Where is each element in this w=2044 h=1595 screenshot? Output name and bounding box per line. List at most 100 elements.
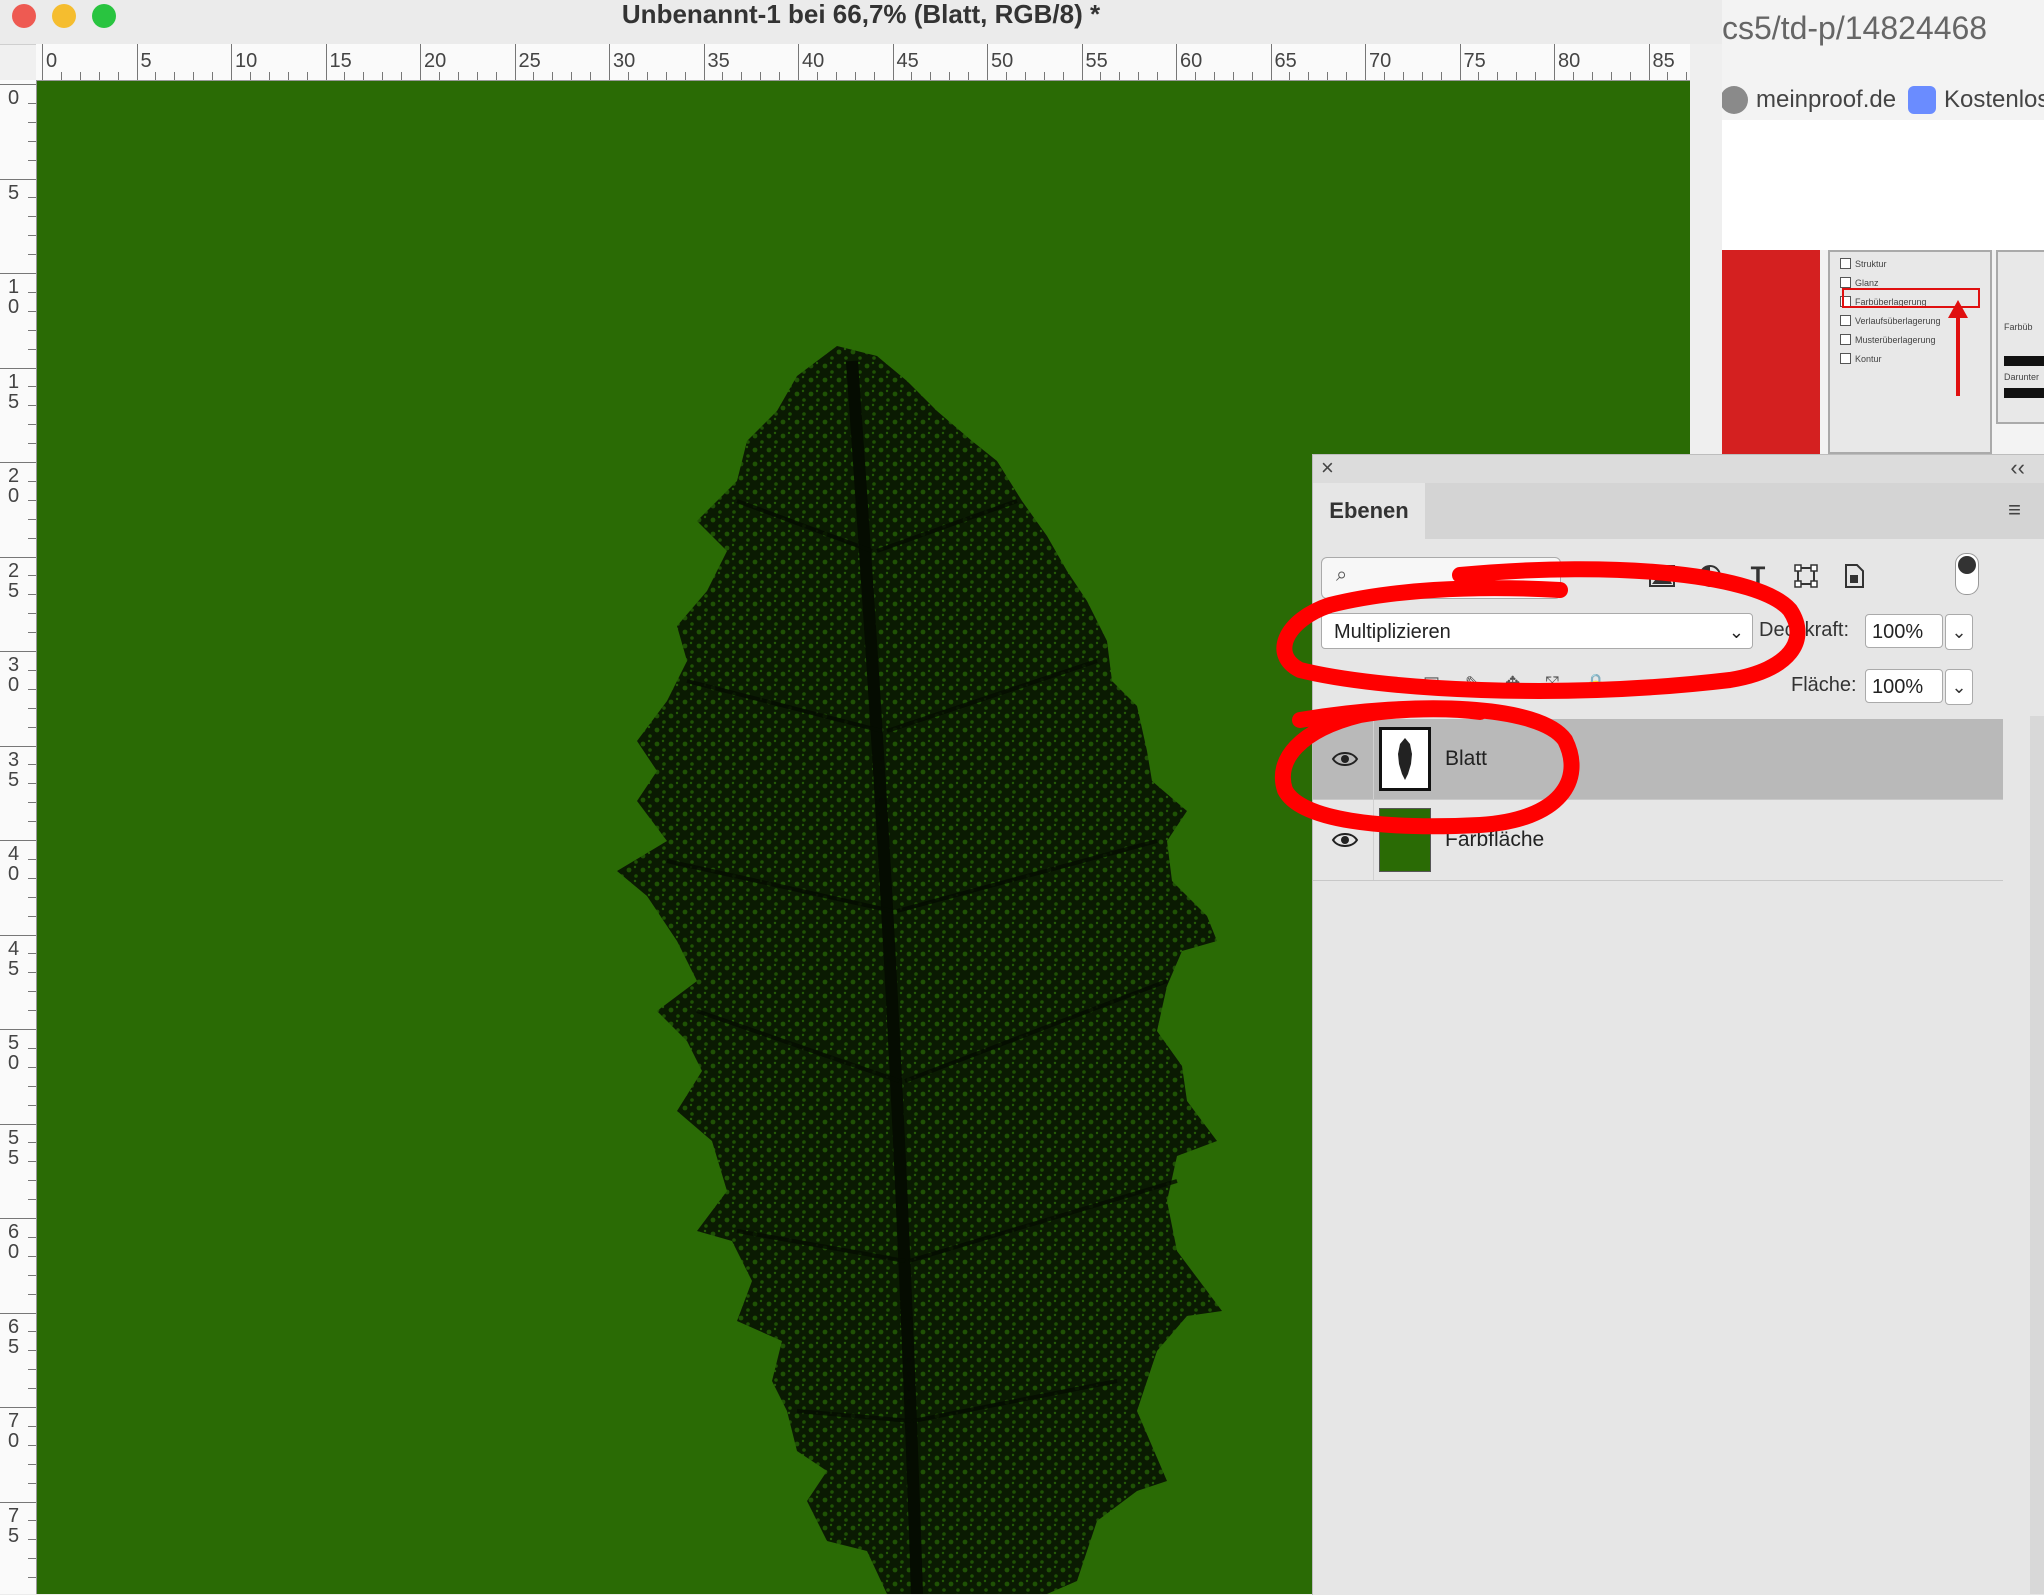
- text-filter-icon[interactable]: T: [1741, 559, 1775, 593]
- ruler-minor-tick: [28, 1066, 36, 1068]
- opacity-label: Deckkraft:: [1759, 619, 1850, 641]
- ruler-label: 30: [613, 50, 636, 72]
- ruler-minor-tick: [28, 1236, 36, 1238]
- ruler-tick: [0, 273, 36, 274]
- layer-row-blatt[interactable]: Blatt: [1313, 719, 2003, 800]
- image-filter-icon[interactable]: [1645, 559, 1679, 593]
- vertical-ruler[interactable]: 0 5 10 15 20 25 30 35 40 45 50 55 60 65 70 75: [0, 80, 37, 1594]
- blend-mode-select[interactable]: Multiplizieren ⌄: [1321, 613, 1753, 649]
- ruler-minor-tick: [28, 1142, 36, 1144]
- ruler-minor-tick: [457, 72, 459, 80]
- ruler-minor-tick: [1251, 72, 1253, 80]
- ruler-minor-tick: [28, 1539, 36, 1541]
- layer-row-farbflaeche[interactable]: Farbfläche: [1313, 800, 2003, 881]
- ruler-minor-tick: [28, 310, 36, 312]
- panel-scrollbar[interactable]: [2030, 716, 2044, 1594]
- ruler-minor-tick: [79, 72, 81, 80]
- ruler-minor-tick: [28, 1293, 36, 1295]
- ruler-minor-tick: [1610, 72, 1612, 80]
- ruler-minor-tick: [287, 72, 289, 80]
- ruler-minor-tick: [1232, 72, 1234, 80]
- ruler-minor-tick: [28, 877, 36, 879]
- ruler-minor-tick: [28, 594, 36, 596]
- ruler-label: 75: [8, 1504, 20, 1547]
- ruler-minor-tick: [627, 72, 629, 80]
- ruler-tick: [1365, 44, 1366, 80]
- bookmark-label: meinproof.de: [1756, 86, 1897, 113]
- ruler-minor-tick: [28, 991, 36, 993]
- ruler-minor-tick: [760, 72, 762, 80]
- ruler-minor-tick: [533, 72, 535, 80]
- eye-icon[interactable]: [1331, 745, 1359, 773]
- ruler-minor-tick: [835, 72, 837, 80]
- ruler-minor-tick: [28, 159, 36, 161]
- shape-filter-icon[interactable]: [1789, 559, 1823, 593]
- ruler-minor-tick: [1043, 72, 1045, 80]
- ruler-tick: [420, 44, 421, 80]
- ruler-minor-tick: [28, 1180, 36, 1182]
- ruler-label: 70: [1369, 50, 1392, 72]
- tab-ebenen[interactable]: Ebenen: [1313, 483, 1425, 539]
- ruler-tick: [987, 44, 988, 80]
- ruler-minor-tick: [28, 688, 36, 690]
- ruler-minor-tick: [1497, 72, 1499, 80]
- collapse-panel-icon[interactable]: ‹‹: [2010, 455, 2025, 481]
- ruler-label: 75: [1463, 50, 1486, 72]
- bookmark-kostenlos[interactable]: Kostenlos: [1908, 80, 2044, 120]
- ruler-minor-tick: [155, 72, 157, 80]
- browser-url[interactable]: cs5/td-p/14824468: [1722, 10, 1987, 47]
- ruler-minor-tick: [28, 1010, 36, 1012]
- ruler-minor-tick: [28, 896, 36, 898]
- ruler-label: 65: [8, 1315, 20, 1358]
- meinproof-icon: [1720, 86, 1748, 114]
- filter-toggle[interactable]: [1955, 553, 1979, 595]
- ruler-minor-tick: [60, 72, 62, 80]
- ruler-minor-tick: [28, 291, 36, 293]
- ruler-minor-tick: [28, 197, 36, 199]
- ruler-tick: [798, 44, 799, 80]
- smart-object-filter-icon[interactable]: [1837, 559, 1871, 593]
- ruler-minor-tick: [117, 72, 119, 80]
- fill-input[interactable]: 100%: [1865, 669, 1943, 703]
- ruler-minor-tick: [1213, 72, 1215, 80]
- ruler-minor-tick: [28, 764, 36, 766]
- eye-icon[interactable]: [1331, 826, 1359, 854]
- opacity-dropdown-button[interactable]: ⌄: [1945, 614, 1973, 650]
- ruler-tick: [0, 1501, 36, 1503]
- close-icon[interactable]: ×: [1321, 455, 1334, 481]
- layer-filter-input[interactable]: ⌕: [1321, 557, 1561, 599]
- ruler-minor-tick: [1194, 72, 1196, 80]
- lock-icons[interactable]: ▣ ✎ ✥ ⤧ 🔒: [1423, 673, 1617, 694]
- fill-label: Fläche:: [1791, 674, 1857, 696]
- ruler-tick: [1270, 44, 1272, 80]
- ruler-tick: [0, 1312, 36, 1314]
- bookmark-meinproof[interactable]: meinproof.de: [1720, 80, 1896, 120]
- ruler-tick: [325, 44, 327, 80]
- panel-menu-icon[interactable]: ≡: [2008, 497, 2021, 523]
- ruler-minor-tick: [1005, 72, 1007, 80]
- ruler-minor-tick: [28, 783, 36, 785]
- ruler-minor-tick: [476, 72, 478, 80]
- ruler-minor-tick: [571, 72, 573, 80]
- blend-mode-value: Multiplizieren: [1334, 621, 1451, 643]
- horizontal-ruler[interactable]: 0 5 10 15 20 25 30 35 40 45 50 55 60 65 70 75 80 85: [36, 44, 1707, 81]
- fill-dropdown-button[interactable]: ⌄: [1945, 669, 1973, 705]
- screenshot-row: Struktur: [1830, 254, 1990, 273]
- ruler-minor-tick: [28, 1463, 36, 1465]
- ruler-minor-tick: [28, 1425, 36, 1427]
- ruler-minor-tick: [1591, 72, 1593, 80]
- ruler-minor-tick: [495, 72, 497, 80]
- opacity-input[interactable]: 100%: [1865, 614, 1943, 648]
- ruler-tick: [609, 44, 610, 80]
- layer-thumbnail: [1379, 808, 1431, 872]
- ruler-minor-tick: [552, 72, 554, 80]
- ruler-minor-tick: [28, 216, 36, 218]
- ruler-minor-tick: [1572, 72, 1574, 80]
- ruler-label: 0: [46, 50, 58, 72]
- layer-thumbnail: [1379, 727, 1431, 791]
- ruler-minor-tick: [28, 480, 36, 482]
- ruler-minor-tick: [28, 518, 36, 520]
- adjustment-filter-icon[interactable]: [1693, 559, 1727, 593]
- ruler-minor-tick: [28, 1558, 36, 1560]
- ruler-minor-tick: [344, 72, 346, 80]
